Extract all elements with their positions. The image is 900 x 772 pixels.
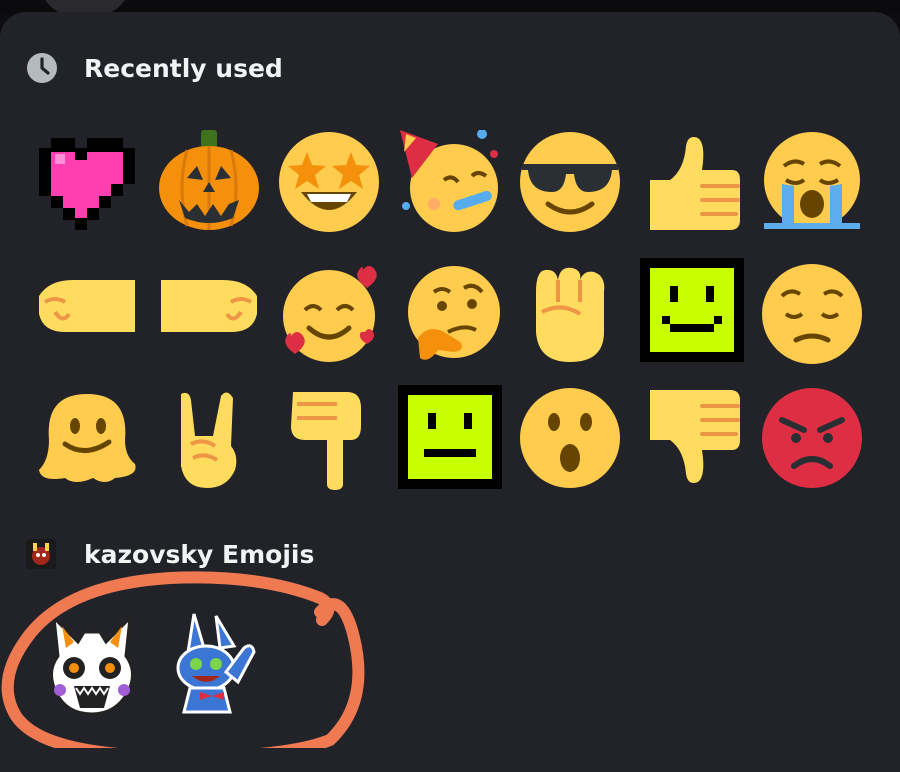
pixel-neutral-green-emoji[interactable] <box>398 385 502 489</box>
hushed-face-emoji[interactable] <box>518 386 622 490</box>
backhand-index-pointing-down-emoji[interactable] <box>277 386 381 490</box>
right-facing-fist-emoji[interactable] <box>157 262 261 366</box>
sunglasses-face-emoji[interactable] <box>518 130 622 234</box>
sign-of-the-horns-emoji[interactable] <box>157 386 261 490</box>
left-facing-fist-emoji[interactable] <box>35 262 139 366</box>
pensive-face-emoji[interactable] <box>760 262 864 366</box>
jack-o-lantern-emoji[interactable] <box>157 130 261 234</box>
thumbs-down-emoji[interactable] <box>640 386 744 490</box>
clock-icon <box>26 52 58 84</box>
raised-fist-emoji[interactable] <box>518 262 622 366</box>
thumbs-up-emoji[interactable] <box>640 130 744 234</box>
thinking-face-emoji[interactable] <box>398 262 502 366</box>
server-icon <box>26 539 56 569</box>
melting-face-emoji[interactable] <box>35 386 139 490</box>
recently-used-title: Recently used <box>84 53 283 83</box>
pouting-face-emoji[interactable] <box>760 386 864 490</box>
star-struck-emoji[interactable] <box>277 130 381 234</box>
pixel-heart-emoji[interactable] <box>35 130 139 234</box>
partying-face-emoji[interactable] <box>398 130 502 234</box>
recently-used-header: Recently used <box>26 52 283 84</box>
smiling-face-with-hearts-emoji[interactable] <box>277 262 381 366</box>
lolbit-emoji[interactable] <box>40 612 136 716</box>
toy-bonnie-emoji[interactable] <box>160 612 256 716</box>
server-emoji-header: kazovsky Emojis <box>26 539 314 569</box>
server-section-title: kazovsky Emojis <box>84 539 315 569</box>
loudly-crying-face-emoji[interactable] <box>760 130 864 234</box>
pixel-smile-green-emoji[interactable] <box>640 258 744 362</box>
